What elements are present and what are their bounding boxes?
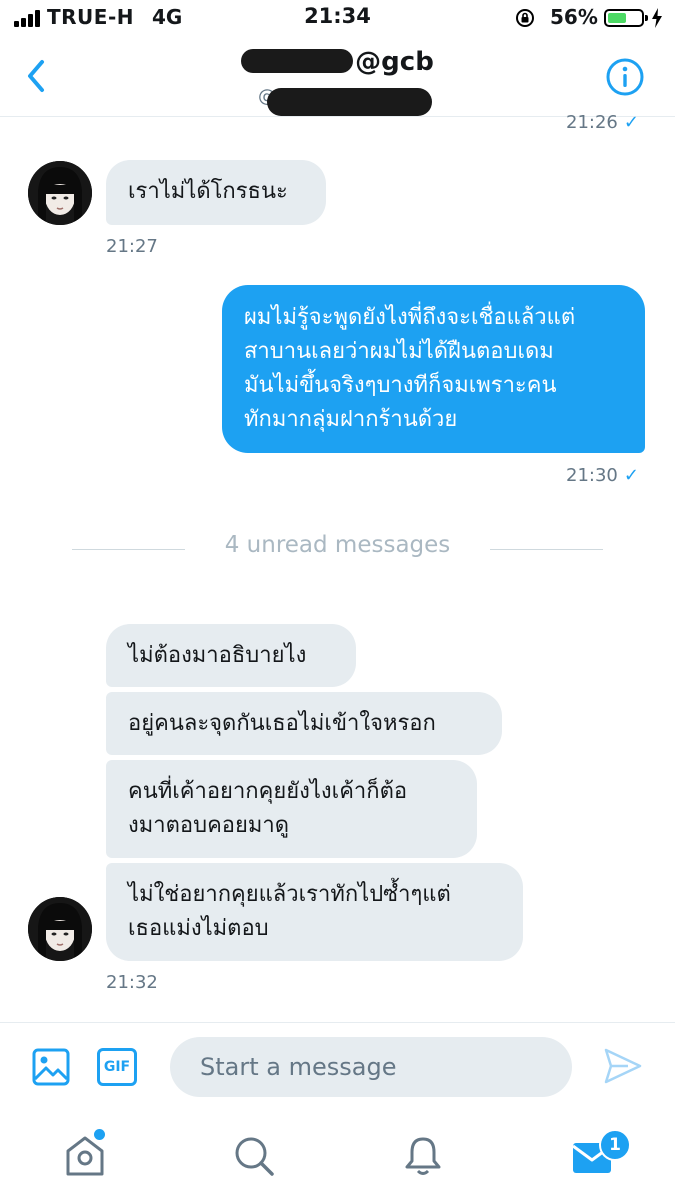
read-check-icon: ✓	[623, 465, 639, 486]
notifications-icon[interactable]	[401, 1134, 445, 1178]
received-message[interactable]: อยู่คนละจุดกันเธอไม่เข้าใจหรอก	[106, 692, 502, 755]
info-button[interactable]	[605, 57, 645, 97]
gif-button[interactable]: GIF	[97, 1048, 137, 1086]
conversation-title: @gcb	[0, 47, 675, 77]
messages-badge: 1	[599, 1129, 631, 1161]
search-icon[interactable]	[232, 1134, 276, 1178]
message-input[interactable]	[170, 1037, 572, 1097]
read-check-icon: ✓	[623, 112, 639, 133]
received-message[interactable]: ไม่ต้องมาอธิบายไง	[106, 624, 356, 687]
send-icon[interactable]	[602, 1045, 644, 1087]
received-message[interactable]: คนที่เค้าอยากคุยยังไงเค้าก็ต้อ งมาตอบคอย…	[106, 760, 477, 858]
battery-percent: 56%	[550, 5, 598, 29]
conversation-subtitle: @	[258, 86, 432, 116]
composer-divider	[0, 1022, 675, 1023]
charging-bolt-icon	[652, 8, 662, 28]
avatar[interactable]	[28, 161, 92, 225]
redacted-name	[241, 49, 354, 73]
divider-line	[490, 549, 603, 550]
battery-icon	[604, 9, 648, 27]
unread-divider: 4 unread messages	[224, 532, 451, 558]
home-notification-dot	[94, 1129, 105, 1140]
received-message[interactable]: ไม่ใช่อยากคุยแล้วเราทักไปซ้ำๆแต่ เธอแม่ง…	[106, 863, 523, 961]
avatar[interactable]	[28, 897, 92, 961]
image-icon[interactable]	[32, 1048, 70, 1086]
message-timestamp: 21:32	[106, 972, 158, 993]
sent-message[interactable]: ผมไม่รู้จะพูดยังไงพี่ถึงจะเชื่อแล้วแต่ ส…	[222, 285, 645, 453]
message-timestamp: 21:27	[106, 236, 158, 257]
orientation-lock-icon	[516, 9, 534, 27]
message-timestamp: 21:26 ✓	[566, 112, 639, 133]
home-icon[interactable]	[63, 1134, 107, 1178]
title-handle: @gcb	[355, 47, 434, 77]
redacted-handle	[267, 88, 432, 116]
status-bar: TRUE-H 4G 21:34 56%	[0, 0, 675, 38]
received-message[interactable]: เราไม่ได้โกรธนะ	[106, 160, 326, 225]
message-timestamp: 21:30 ✓	[566, 465, 639, 486]
